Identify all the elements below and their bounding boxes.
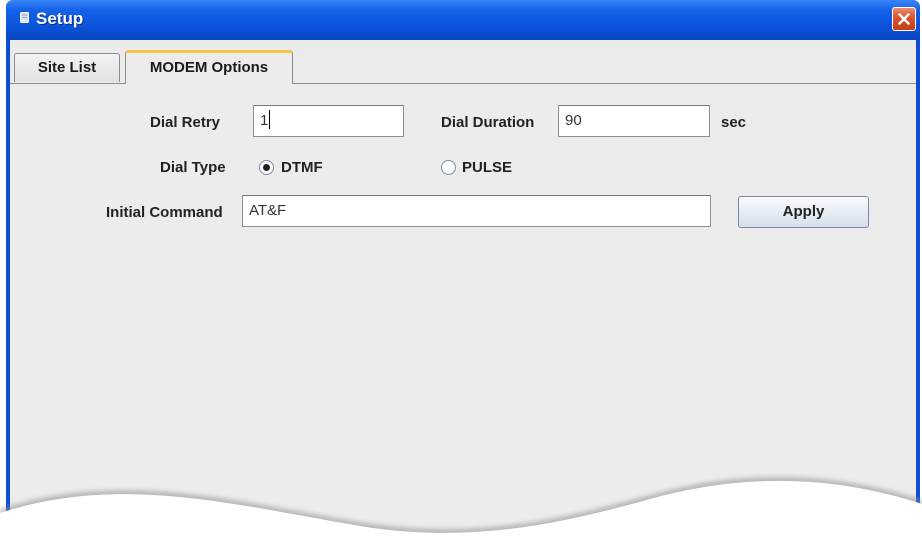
tab-bar: Site List MODEM Options [10,40,916,84]
dial-retry-label: Dial Retry [150,114,221,131]
dial-duration-unit: sec [721,114,747,131]
dial-type-label: Dial Type [160,159,226,176]
title-bar[interactable]: Setup [6,0,920,40]
screen: Setup Site List MODEM Options Dial Retry… [0,0,922,549]
apply-button[interactable]: Apply [738,196,869,228]
dial-retry-value: 1 [260,112,269,129]
close-icon [898,13,910,25]
dtmf-radio[interactable] [259,160,274,175]
window-title: Setup [36,9,84,28]
window-content: Site List MODEM Options Dial Retry 1 Dia… [10,40,916,549]
close-button[interactable] [892,7,916,31]
dial-duration-label: Dial Duration [441,114,535,131]
tab-site-list[interactable]: Site List [14,53,120,82]
dial-duration-value: 90 [565,112,582,129]
radio-selected-dot [263,164,270,171]
tab-modem-options[interactable]: MODEM Options [125,50,293,84]
window-app-icon [20,12,29,23]
setup-window: Setup Site List MODEM Options Dial Retry… [6,0,920,549]
pulse-radio[interactable] [441,160,456,175]
tab-divider-gap [126,83,292,84]
pulse-radio-label[interactable]: PULSE [462,159,512,176]
dial-retry-input[interactable]: 1 [253,105,404,137]
dial-duration-input[interactable]: 90 [558,105,710,137]
initial-command-input[interactable]: AT&F [242,195,711,227]
initial-command-value: AT&F [249,202,287,219]
initial-command-label: Initial Command [106,204,223,221]
text-caret [269,110,271,129]
dtmf-radio-label[interactable]: DTMF [281,159,323,176]
